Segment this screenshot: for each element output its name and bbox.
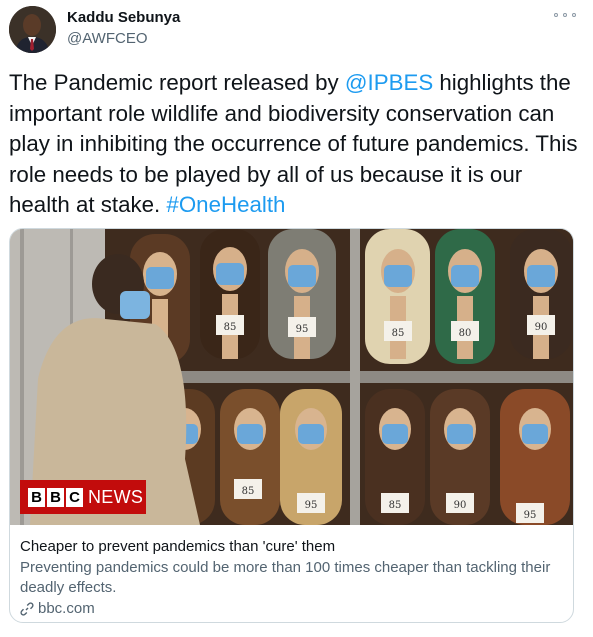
- price-tag: 90: [446, 493, 474, 513]
- price-tag: 85: [384, 321, 412, 341]
- tweet: Kaddu Sebunya @AWFCEO The Pandemic repor…: [0, 0, 593, 637]
- more-dot: [563, 13, 567, 17]
- more-dot: [554, 13, 558, 17]
- bbc-logo-letter: B: [28, 487, 45, 507]
- svg-text:85: 85: [389, 500, 402, 511]
- link-card[interactable]: 85 95 85 80 90 85 95 85 90 95 B B C NEWS Cheaper …: [9, 228, 574, 623]
- svg-text:80: 80: [459, 328, 472, 339]
- mention-link[interactable]: @IPBES: [345, 70, 433, 95]
- author-name[interactable]: Kaddu Sebunya: [67, 9, 180, 26]
- more-icon[interactable]: [554, 8, 576, 22]
- more-dot: [572, 13, 576, 17]
- tweet-text-part: The Pandemic report released by: [9, 70, 345, 95]
- tweet-text: The Pandemic report released by @IPBES h…: [9, 68, 587, 221]
- svg-text:85: 85: [242, 486, 255, 497]
- svg-text:95: 95: [296, 324, 309, 335]
- card-domain[interactable]: bbc.com: [20, 600, 95, 617]
- price-tag: 80: [451, 321, 479, 341]
- bbc-logo-letter: C: [66, 487, 83, 507]
- avatar[interactable]: [9, 6, 56, 53]
- svg-text:85: 85: [392, 328, 405, 339]
- card-domain-text: bbc.com: [38, 600, 95, 617]
- bbc-logo: B B C NEWS: [20, 480, 146, 514]
- bbc-logo-news: NEWS: [88, 486, 144, 507]
- price-tag: 90: [527, 315, 555, 335]
- price-tag: 95: [516, 503, 544, 523]
- svg-text:95: 95: [305, 500, 318, 511]
- card-image[interactable]: 85 95 85 80 90 85 95 85 90 95 B B C NEWS: [10, 229, 573, 525]
- bbc-logo-letter: B: [47, 487, 64, 507]
- price-tag: 85: [381, 493, 409, 513]
- price-tag: 95: [297, 493, 325, 513]
- svg-text:85: 85: [224, 322, 237, 333]
- price-tag: 85: [216, 315, 244, 335]
- svg-text:95: 95: [524, 510, 537, 521]
- card-title[interactable]: Cheaper to prevent pandemics than 'cure'…: [20, 538, 335, 555]
- hashtag-link[interactable]: #OneHealth: [166, 192, 285, 217]
- svg-text:90: 90: [535, 322, 548, 333]
- svg-text:90: 90: [454, 500, 467, 511]
- card-description[interactable]: Preventing pandemics could be more than …: [20, 558, 555, 598]
- author-handle[interactable]: @AWFCEO: [67, 30, 148, 47]
- price-tag: 95: [288, 317, 316, 337]
- price-tag: 85: [234, 479, 262, 499]
- link-icon: [20, 602, 34, 615]
